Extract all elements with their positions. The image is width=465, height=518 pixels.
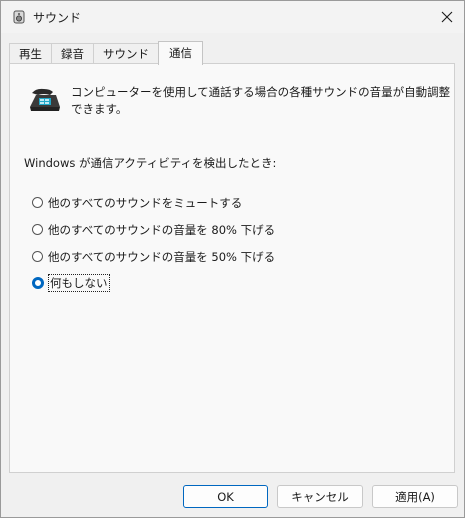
window-title: サウンド [33, 11, 82, 25]
radio-button[interactable] [32, 224, 43, 235]
sound-dialog: サウンド 再生 録音 サウンド 通信 コンピューターを使用して通話する場合の各種… [0, 0, 465, 518]
detect-label: Windows が通信アクティビティを検出したとき: [24, 156, 277, 170]
close-button[interactable] [430, 1, 464, 33]
radio-button[interactable] [32, 251, 43, 262]
tab-sounds[interactable]: サウンド [93, 43, 159, 64]
title-bar: サウンド [1, 1, 464, 33]
option-label: 他のすべてのサウンドをミュートする [48, 195, 243, 210]
option-label: 他のすべてのサウンドの音量を 50% 下げる [48, 249, 276, 264]
tab-recording[interactable]: 録音 [51, 43, 94, 64]
radio-button-selected[interactable] [32, 276, 44, 289]
option-mute-others[interactable]: 他のすべてのサウンドをミュートする [32, 194, 242, 211]
close-icon [441, 11, 453, 23]
option-label: 何もしない [48, 273, 110, 292]
description-text: コンピューターを使用して通話する場合の各種サウンドの音量が自動調整できます。 [71, 85, 451, 116]
tab-playback[interactable]: 再生 [9, 43, 52, 64]
radio-button[interactable] [32, 197, 43, 208]
ok-button[interactable]: OK [183, 485, 268, 508]
option-do-nothing[interactable]: 何もしない [32, 273, 110, 292]
speaker-icon [13, 10, 25, 24]
option-label: 他のすべてのサウンドの音量を 80% 下げる [48, 222, 276, 237]
option-reduce-80[interactable]: 他のすべてのサウンドの音量を 80% 下げる [32, 221, 275, 238]
tab-strip: 再生 録音 サウンド 通信 [9, 41, 203, 65]
apply-button[interactable]: 適用(A) [372, 485, 458, 508]
phone-icon [30, 88, 60, 111]
tab-communications[interactable]: 通信 [158, 41, 203, 65]
option-reduce-50[interactable]: 他のすべてのサウンドの音量を 50% 下げる [32, 248, 275, 265]
communications-panel: コンピューターを使用して通話する場合の各種サウンドの音量が自動調整できます。 W… [9, 63, 455, 473]
cancel-button[interactable]: キャンセル [277, 485, 363, 508]
